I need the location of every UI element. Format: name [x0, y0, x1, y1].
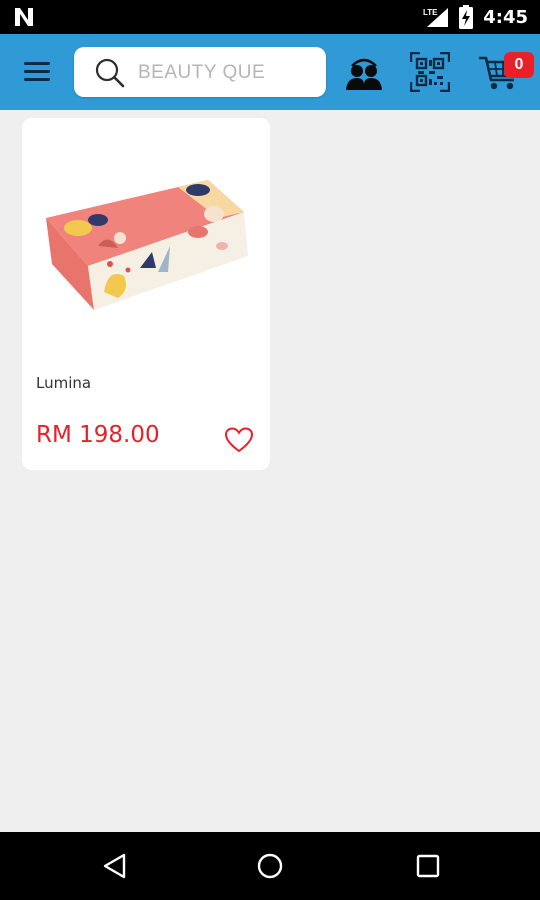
agent-icon[interactable]	[344, 52, 384, 92]
navigation-bar	[0, 832, 540, 900]
lte-signal-icon: LTE	[423, 8, 449, 27]
home-icon[interactable]	[254, 850, 286, 882]
qr-scan-icon[interactable]	[410, 52, 450, 92]
product-price: RM 198.00	[36, 422, 160, 448]
recents-icon[interactable]	[412, 850, 444, 882]
cart-count-badge: 0	[504, 52, 534, 78]
search-icon[interactable]	[94, 57, 126, 89]
svg-text:LTE: LTE	[423, 8, 438, 17]
product-box-image[interactable]	[38, 172, 254, 322]
notification-n-icon	[15, 8, 33, 26]
search-input[interactable]	[136, 55, 320, 91]
menu-icon[interactable]	[20, 56, 56, 88]
heart-outline-icon[interactable]	[224, 426, 254, 454]
search-bar[interactable]	[74, 47, 326, 97]
app-bar	[0, 34, 540, 110]
clock: 4:45	[483, 6, 528, 28]
product-card[interactable]: Lumina RM 198.00	[22, 118, 270, 470]
battery-charging-icon	[459, 5, 474, 29]
product-name[interactable]: Lumina	[36, 374, 91, 392]
status-bar: LTE 4:45	[0, 0, 540, 34]
back-icon[interactable]	[100, 850, 132, 882]
